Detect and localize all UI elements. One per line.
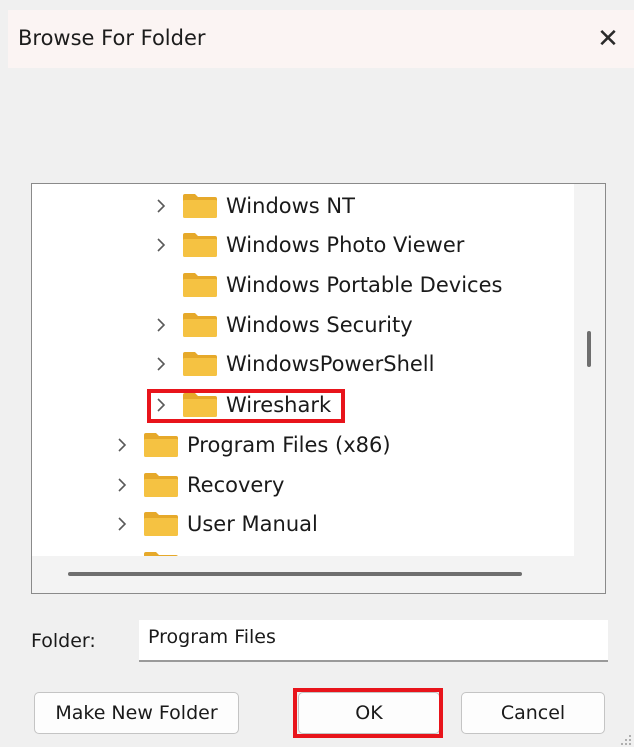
folder-label: Folder: <box>31 630 96 652</box>
folder-field[interactable] <box>139 620 608 662</box>
chevron-right-icon[interactable] <box>150 353 172 375</box>
tree-item-label: Wireshark <box>226 393 332 417</box>
tree-item[interactable]: Windows Security <box>150 307 413 343</box>
horizontal-scrollbar-thumb[interactable] <box>68 572 522 576</box>
tree-item[interactable]: Windows NT <box>150 188 355 224</box>
chevron-right-icon[interactable] <box>111 474 133 496</box>
folder-icon <box>143 511 179 537</box>
chevron-right-icon[interactable] <box>111 513 133 535</box>
vertical-scrollbar-thumb[interactable] <box>587 331 591 367</box>
resize-grip-icon[interactable] <box>620 733 632 745</box>
horizontal-scrollbar[interactable] <box>32 556 605 593</box>
tree-item-label: Recovery <box>187 473 285 497</box>
tree-item-label: Windows Portable Devices <box>226 273 503 297</box>
tree-item-label: WindowsPowerShell <box>226 352 435 376</box>
folder-icon <box>182 232 218 258</box>
chevron-right-icon[interactable] <box>150 394 172 416</box>
folder-icon <box>182 312 218 338</box>
tree-item-label: Windows Photo Viewer <box>226 233 465 257</box>
tree-item-partial[interactable] <box>111 546 187 556</box>
tree-item[interactable]: Wireshark <box>150 387 331 423</box>
make-new-folder-button[interactable]: Make New Folder <box>34 692 239 734</box>
browse-for-folder-dialog: Browse For Folder ✕ Windows NT Windows Ph… <box>0 0 634 747</box>
close-button[interactable]: ✕ <box>590 22 626 56</box>
folder-tree-content: Windows NT Windows Photo Viewer Windows Po… <box>32 184 574 556</box>
folder-icon <box>182 351 218 377</box>
tree-item[interactable]: User Manual <box>111 506 318 542</box>
title-bar: Browse For Folder ✕ <box>8 10 634 68</box>
folder-icon <box>182 193 218 219</box>
window-title: Browse For Folder <box>18 26 206 50</box>
tree-item[interactable]: Program Files (x86) <box>111 427 391 463</box>
chevron-right-icon[interactable] <box>150 314 172 336</box>
folder-icon <box>143 472 179 498</box>
cancel-button[interactable]: Cancel <box>461 692 605 734</box>
chevron-right-icon[interactable] <box>111 434 133 456</box>
close-icon: ✕ <box>597 24 619 54</box>
folder-tree-view[interactable]: Windows NT Windows Photo Viewer Windows Po… <box>31 183 606 594</box>
tree-item-label: Windows NT <box>226 194 355 218</box>
tree-item-label: User Manual <box>187 512 318 536</box>
ok-button[interactable]: OK <box>298 692 440 734</box>
tree-item[interactable]: Windows Portable Devices <box>150 267 502 303</box>
tree-item[interactable]: Windows Photo Viewer <box>150 227 464 263</box>
tree-item[interactable]: Recovery <box>111 467 284 503</box>
vertical-scrollbar[interactable] <box>574 184 605 556</box>
tree-item-label: Windows Security <box>226 313 413 337</box>
chevron-right-icon[interactable] <box>150 234 172 256</box>
chevron-right-icon[interactable] <box>150 195 172 217</box>
folder-icon <box>182 272 218 298</box>
folder-icon <box>143 432 179 458</box>
tree-item-label: Program Files (x86) <box>187 433 391 457</box>
tree-item[interactable]: WindowsPowerShell <box>150 346 434 382</box>
folder-icon <box>182 392 218 418</box>
